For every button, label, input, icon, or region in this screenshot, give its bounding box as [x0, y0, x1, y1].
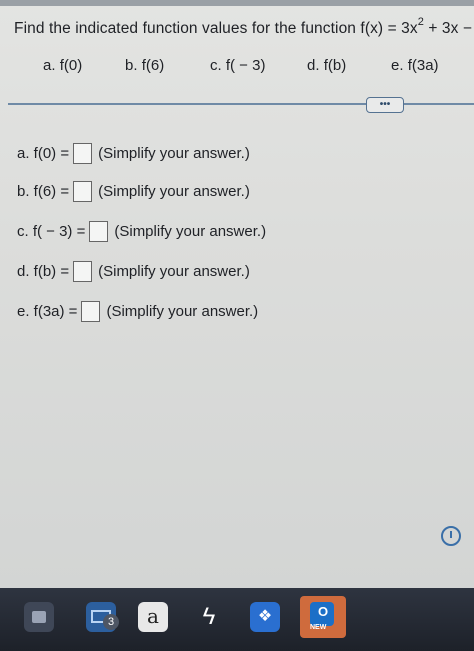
bolt-icon[interactable]: ϟ [194, 602, 224, 632]
question-text: Find the indicated function values for t… [14, 16, 474, 38]
dropbox-icon[interactable]: ❖ [250, 602, 280, 632]
answer-d-input[interactable] [73, 261, 93, 282]
part-a: a. f(0) [43, 57, 83, 74]
question-prefix: Find the indicated function values for t… [14, 20, 418, 38]
answer-d: d. f(b) = (Simplify your answer.) [17, 261, 250, 282]
expand-button[interactable]: ••• [366, 97, 404, 113]
section-divider [8, 103, 474, 105]
part-e: e. f(3a) [391, 57, 439, 74]
browser-content: Find the indicated function values for t… [0, 0, 474, 588]
answer-e-input[interactable] [81, 301, 101, 322]
answer-a: a. f(0) = (Simplify your answer.) [17, 143, 250, 164]
top-strip [0, 0, 474, 6]
part-b: b. f(6) [125, 57, 165, 74]
part-d: d. f(b) [307, 57, 347, 74]
question-exponent: 2 [417, 16, 424, 28]
answer-hint: (Simplify your answer.) [98, 145, 250, 162]
outlook-new-badge: NEW [310, 624, 327, 631]
answer-a-input[interactable] [73, 143, 93, 164]
answer-label: b. f(6) = [17, 183, 70, 200]
answer-b: b. f(6) = (Simplify your answer.) [17, 181, 250, 202]
answer-hint: (Simplify your answer.) [106, 303, 259, 320]
calendar-icon[interactable] [24, 602, 54, 632]
mail-badge: 3 [103, 614, 119, 630]
answer-label: d. f(b) = [17, 263, 70, 280]
amazon-icon[interactable]: a [138, 602, 168, 632]
outlook-glyph: O [318, 604, 329, 619]
answer-label: e. f(3a) = [17, 303, 78, 320]
clock-icon[interactable] [441, 526, 461, 546]
answer-b-input[interactable] [73, 181, 93, 202]
answer-hint: (Simplify your answer.) [114, 223, 267, 240]
answer-hint: (Simplify your answer.) [98, 263, 250, 280]
answer-label: a. f(0) = [17, 145, 70, 162]
question-suffix: + 3x − 5. [428, 20, 474, 38]
taskbar: 3 a ϟ ❖ O NEW [0, 588, 474, 651]
answer-c: c. f( − 3) = (Simplify your answer.) [17, 221, 266, 242]
part-c: c. f( − 3) [210, 57, 266, 74]
answer-c-input[interactable] [89, 221, 109, 242]
answer-e: e. f(3a) = (Simplify your answer.) [17, 301, 258, 322]
answer-hint: (Simplify your answer.) [98, 183, 250, 200]
parts-list: a. f(0) b. f(6) c. f( − 3) d. f(b) e. f(… [0, 57, 474, 77]
answer-label: c. f( − 3) = [17, 223, 86, 240]
